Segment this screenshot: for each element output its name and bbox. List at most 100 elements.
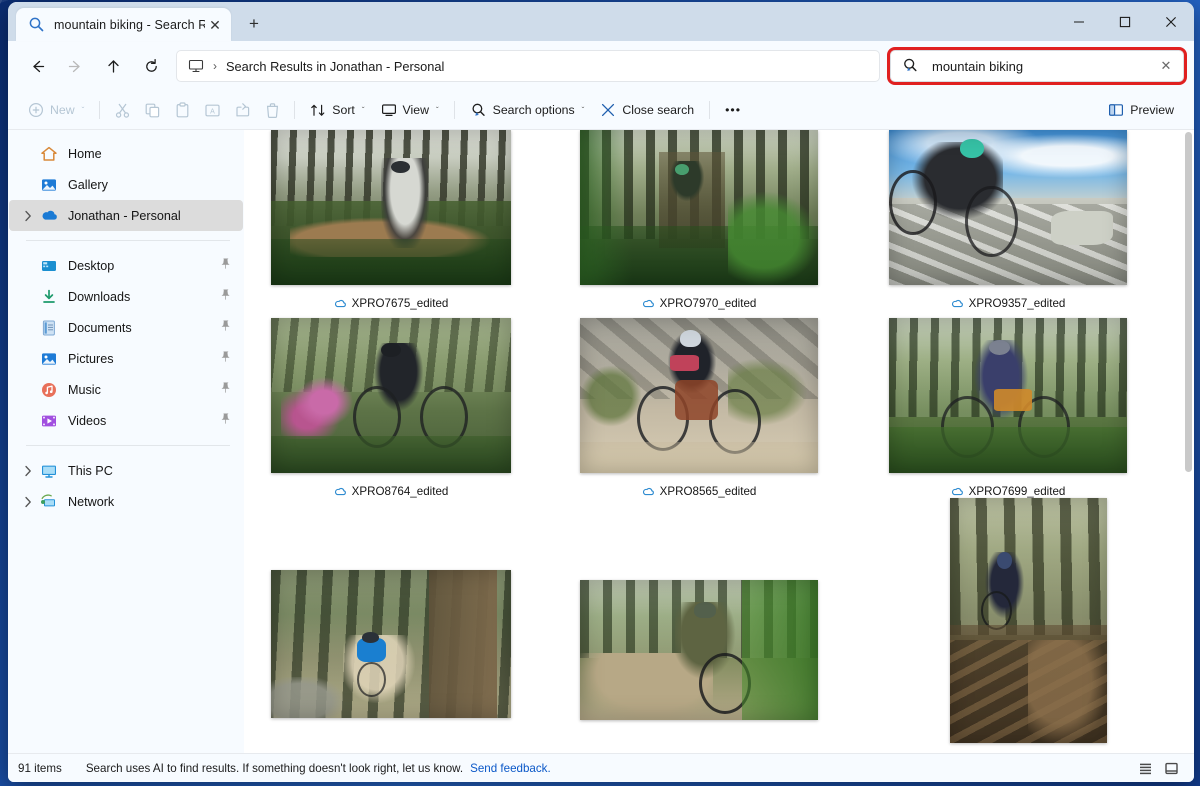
copy-button[interactable] <box>137 96 167 124</box>
forward-arrow-icon[interactable] <box>56 50 94 82</box>
maximize-icon[interactable] <box>1102 2 1148 41</box>
preview-button[interactable]: Preview <box>1100 96 1182 124</box>
this-pc-icon[interactable] <box>187 57 205 75</box>
network-icon <box>39 492 59 512</box>
preview-button-label: Preview <box>1130 103 1174 117</box>
command-bar: New ˇ A Sort ˇ View ˇ <box>8 91 1194 130</box>
clear-search-icon[interactable]: ✕ <box>1157 57 1175 75</box>
file-item[interactable]: XPRO7970_edited <box>553 130 845 310</box>
sidebar-item-label: This PC <box>68 464 233 478</box>
thumbnail[interactable] <box>271 130 511 285</box>
thumbnail[interactable] <box>271 570 511 718</box>
thumbnail[interactable] <box>580 580 818 720</box>
new-button[interactable]: New ˇ <box>20 96 92 124</box>
back-arrow-icon[interactable] <box>18 50 56 82</box>
thumbnail[interactable] <box>580 130 818 285</box>
refresh-icon[interactable] <box>132 50 170 82</box>
close-search-label: Close search <box>622 103 694 117</box>
search-input[interactable]: mountain biking ✕ <box>890 50 1184 82</box>
file-explorer-window: mountain biking - Search Res ✕ + <box>8 2 1194 782</box>
file-item[interactable]: XPRO9357_edited <box>862 130 1154 310</box>
rename-button[interactable]: A <box>197 96 227 124</box>
address-bar[interactable]: › Search Results in Jonathan - Personal <box>176 50 880 82</box>
sort-button[interactable]: Sort ˇ <box>302 96 372 124</box>
sidebar-item-desktop[interactable]: Desktop <box>9 250 243 281</box>
file-name: XPRO9357_edited <box>969 297 1066 310</box>
divider <box>26 240 230 241</box>
desktop-icon <box>39 256 59 276</box>
tab-close-button[interactable]: ✕ <box>205 15 225 35</box>
pin-icon[interactable] <box>219 257 233 275</box>
pin-icon[interactable] <box>219 381 233 399</box>
file-item[interactable] <box>553 580 845 725</box>
up-arrow-icon[interactable] <box>94 50 132 82</box>
pin-icon[interactable] <box>219 319 233 337</box>
sidebar-item-videos[interactable]: Videos <box>9 405 243 436</box>
close-icon[interactable] <box>1148 2 1194 41</box>
sidebar-item-label: Music <box>68 383 219 397</box>
new-tab-button[interactable]: + <box>237 9 271 39</box>
details-view-icon[interactable] <box>1132 757 1158 779</box>
thumbnail[interactable] <box>889 318 1127 473</box>
file-item[interactable] <box>245 570 537 723</box>
sidebar-item-label: Home <box>68 147 233 161</box>
pin-icon[interactable] <box>219 350 233 368</box>
thumbnail[interactable] <box>580 318 818 473</box>
file-name-row: XPRO7970_edited <box>553 297 845 310</box>
search-folder-icon <box>902 57 920 75</box>
chevron-right-icon[interactable] <box>17 496 39 508</box>
thumbnail[interactable] <box>889 130 1127 285</box>
large-icons-view-icon[interactable] <box>1158 757 1184 779</box>
view-button[interactable]: View ˇ <box>373 96 447 124</box>
home-icon <box>39 144 59 164</box>
scrollbar-thumb[interactable] <box>1185 132 1192 472</box>
sidebar-item-this-pc[interactable]: This PC <box>9 455 243 486</box>
breadcrumb-separator: › <box>213 59 217 73</box>
sidebar-item-home[interactable]: Home <box>9 138 243 169</box>
file-item[interactable]: XPRO8565_edited <box>553 318 845 498</box>
sidebar-item-pictures[interactable]: Pictures <box>9 343 243 374</box>
pin-icon[interactable] <box>219 288 233 306</box>
paste-button[interactable] <box>167 96 197 124</box>
vertical-scrollbar[interactable] <box>1182 130 1194 753</box>
delete-button[interactable] <box>257 96 287 124</box>
thumbnail[interactable] <box>950 498 1107 743</box>
search-options-button[interactable]: Search options ˇ <box>462 96 593 124</box>
share-button[interactable] <box>227 96 257 124</box>
chevron-right-icon[interactable] <box>17 210 39 222</box>
sidebar-item-downloads[interactable]: Downloads <box>9 281 243 312</box>
file-item[interactable]: XPRO7699_edited <box>862 318 1154 498</box>
file-item[interactable]: XPRO7675_edited <box>245 130 537 310</box>
file-item[interactable] <box>862 498 1154 748</box>
sidebar-item-jonathan-personal[interactable]: Jonathan - Personal <box>9 200 243 231</box>
tab-strip: mountain biking - Search Res ✕ + <box>8 2 271 41</box>
close-search-button[interactable]: Close search <box>592 96 702 124</box>
sidebar-item-music[interactable]: Music <box>9 374 243 405</box>
thumbnail[interactable] <box>271 318 511 473</box>
file-list-view[interactable]: XPRO7675_edited <box>244 130 1194 753</box>
file-name: XPRO7675_edited <box>352 297 449 310</box>
divider <box>26 445 230 446</box>
search-query-value[interactable]: mountain biking <box>932 59 1157 74</box>
pin-icon[interactable] <box>219 412 233 430</box>
tab-search-results[interactable]: mountain biking - Search Res ✕ <box>16 8 231 41</box>
thumbnail-grid: XPRO7675_edited <box>244 130 1194 753</box>
navigation-pane: Home Gallery Jonathan - Personal <box>8 130 244 753</box>
breadcrumb: Search Results in Jonathan - Personal <box>226 59 444 74</box>
file-item[interactable]: XPRO8764_edited <box>245 318 537 498</box>
title-bar: mountain biking - Search Res ✕ + <box>8 2 1194 41</box>
chevron-right-icon[interactable] <box>17 465 39 477</box>
sidebar-item-network[interactable]: Network <box>9 486 243 517</box>
cloud-icon <box>951 485 964 498</box>
cut-button[interactable] <box>107 96 137 124</box>
item-count: 91 items <box>18 762 62 775</box>
sidebar-item-label: Downloads <box>68 290 219 304</box>
file-name: XPRO8565_edited <box>660 485 757 498</box>
minimize-icon[interactable] <box>1056 2 1102 41</box>
divider <box>709 101 710 119</box>
more-options-button[interactable]: ••• <box>717 96 749 124</box>
send-feedback-link[interactable]: Send feedback. <box>470 762 551 775</box>
sidebar-item-gallery[interactable]: Gallery <box>9 169 243 200</box>
sidebar-item-documents[interactable]: Documents <box>9 312 243 343</box>
sidebar-item-label: Desktop <box>68 259 219 273</box>
